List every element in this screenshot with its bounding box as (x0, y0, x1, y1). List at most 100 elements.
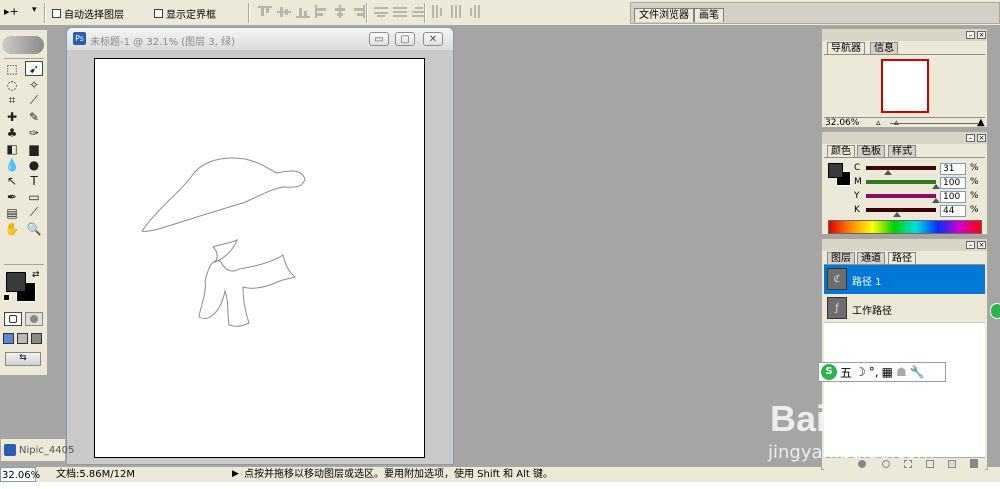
shape-tool-icon[interactable]: ▭ (25, 189, 43, 204)
show-bounds-option[interactable]: 显示定界框 (154, 6, 216, 21)
tab-styles[interactable]: 样式 (888, 145, 916, 157)
tab-swatches[interactable]: 色板 (857, 145, 885, 157)
standard-screen-icon[interactable] (3, 333, 14, 344)
channel-slider-track[interactable] (866, 180, 936, 184)
tab-color[interactable]: 颜色 (827, 145, 855, 157)
channel-slider-track[interactable] (866, 208, 936, 212)
blur-tool-icon[interactable]: 💧 (3, 157, 21, 172)
align-left-icon[interactable] (314, 5, 328, 18)
ime-moon-icon[interactable]: ☽ (855, 365, 866, 379)
minimized-document[interactable]: Nipic_4405 (0, 438, 74, 462)
history-brush-tool-icon[interactable]: ✑ (25, 125, 43, 140)
zoom-tool-icon[interactable]: 🔍 (25, 221, 43, 236)
spectrum-ramp[interactable] (828, 220, 982, 234)
status-arrow-icon[interactable]: ▶ (232, 467, 239, 482)
navigator-preview[interactable] (881, 59, 929, 113)
minimize-button[interactable]: ▭ (369, 32, 389, 46)
zoom-field[interactable]: 32.06% (0, 467, 40, 482)
foreground-color-swatch[interactable] (6, 272, 26, 292)
trash-icon[interactable] (970, 459, 978, 468)
hand-tool-icon[interactable]: ✋ (3, 221, 21, 236)
adobe-feather-logo[interactable] (2, 36, 44, 54)
slice-tool-icon[interactable]: ⟋ (25, 93, 43, 108)
make-work-path-icon[interactable] (926, 460, 934, 468)
ime-wrench-icon[interactable]: 🔧 (910, 365, 925, 379)
path-row-selected[interactable]: ℭ 路径 1 (824, 265, 985, 294)
align-vcenter-icon[interactable] (277, 5, 291, 18)
eyedropper-tool-icon[interactable]: ⟋ (25, 205, 43, 220)
align-hcenter-icon[interactable] (333, 5, 347, 18)
new-path-icon[interactable] (948, 460, 956, 468)
color-fg-swatch[interactable] (828, 163, 843, 178)
align-top-icon[interactable] (258, 5, 272, 18)
jump-to-imageready-icon[interactable]: ⇆ (5, 352, 41, 366)
standard-mode-icon[interactable] (4, 312, 22, 326)
auto-select-checkbox[interactable] (52, 9, 61, 18)
channel-slider-track[interactable] (866, 166, 936, 170)
auto-select-layer-option[interactable]: 自动选择图层 (52, 6, 124, 21)
path-row[interactable]: ƒ 工作路径 (824, 294, 985, 323)
panel-grip[interactable] (822, 29, 987, 41)
ime-float-button[interactable] (990, 303, 1000, 319)
align-right-icon[interactable] (352, 5, 366, 18)
panel-close-button[interactable]: × (977, 31, 986, 39)
brush-tool-icon[interactable]: ✎ (25, 109, 43, 124)
gradient-tool-icon[interactable]: ▆ (25, 141, 43, 156)
distribute-top-icon[interactable] (374, 5, 388, 18)
distribute-left-icon[interactable] (430, 5, 444, 18)
distribute-right-icon[interactable] (468, 5, 482, 18)
channel-slider-track[interactable] (866, 194, 936, 198)
ime-toolbar[interactable]: S 五 ☽ °, ▦ ☗ 🔧 (818, 362, 946, 382)
channel-value-input[interactable]: 31 (940, 163, 966, 175)
close-button[interactable]: ✕ (423, 32, 443, 46)
stroke-path-icon[interactable] (882, 460, 890, 468)
path-selection-tool-icon[interactable]: ↖ (3, 173, 21, 188)
channel-value-input[interactable]: 44 (940, 205, 966, 217)
full-screen-icon[interactable] (31, 333, 42, 344)
quick-mask-icon[interactable] (25, 312, 43, 326)
dodge-tool-icon[interactable]: ● (25, 157, 43, 172)
zoom-slider-track[interactable] (890, 123, 978, 124)
fill-path-icon[interactable] (858, 460, 866, 468)
channel-slider-thumb[interactable] (892, 212, 901, 217)
ime-keyboard-icon[interactable]: ▦ (882, 365, 893, 379)
channel-slider-thumb[interactable] (932, 184, 940, 189)
navigator-zoom-value[interactable]: 32.06% (825, 118, 859, 128)
panel-grip[interactable] (822, 239, 987, 251)
notes-tool-icon[interactable]: ▤ (3, 205, 21, 220)
tab-layers[interactable]: 图层 (827, 252, 855, 264)
channel-slider-thumb[interactable] (932, 198, 940, 203)
restore-button[interactable]: ▢ (395, 32, 415, 46)
crop-tool-icon[interactable]: ⌗ (3, 93, 21, 108)
zoom-out-icon[interactable]: ▵ (876, 118, 881, 128)
zoom-slider-thumb[interactable]: ▵ (894, 118, 899, 128)
tab-info[interactable]: 信息 (870, 42, 898, 54)
move-tool-preset-icon[interactable]: ▸+ (4, 5, 19, 18)
tab-paths[interactable]: 路径 (888, 252, 916, 264)
panel-close-button[interactable]: × (977, 134, 986, 142)
panel-minimize-button[interactable]: – (966, 241, 975, 249)
channel-slider-thumb[interactable] (883, 170, 892, 175)
marquee-tool-icon[interactable]: ⬚ (3, 61, 21, 76)
channel-value-input[interactable]: 100 (940, 177, 966, 189)
panel-minimize-button[interactable]: – (966, 31, 975, 39)
image-canvas[interactable] (94, 58, 425, 458)
distribute-hcenter-icon[interactable] (449, 5, 463, 18)
ime-skin-icon[interactable]: ☗ (896, 365, 907, 379)
tab-navigator[interactable]: 导航器 (827, 42, 865, 54)
align-bottom-icon[interactable] (296, 5, 310, 18)
clone-stamp-tool-icon[interactable]: ♣ (3, 125, 21, 140)
load-selection-icon[interactable] (904, 460, 912, 468)
document-size[interactable]: 文档:5.86M/12M (56, 467, 135, 482)
ime-logo-icon[interactable]: S (821, 364, 837, 380)
magic-wand-tool-icon[interactable]: ✧ (25, 77, 43, 92)
lasso-tool-icon[interactable]: ◌ (3, 77, 21, 92)
eraser-tool-icon[interactable]: ◧ (3, 141, 21, 156)
distribute-vcenter-icon[interactable] (393, 5, 407, 18)
document-title-bar[interactable]: Ps 未标题-1 @ 32.1% (图层 3, 绿) ▭ ▢ ✕ (67, 28, 453, 50)
swap-colors-icon[interactable]: ⇄ (32, 270, 40, 280)
default-colors-icon[interactable] (3, 294, 10, 301)
show-bounds-checkbox[interactable] (154, 9, 163, 18)
ime-wubi-label[interactable]: 五 (840, 364, 852, 381)
panel-minimize-button[interactable]: – (966, 134, 975, 142)
